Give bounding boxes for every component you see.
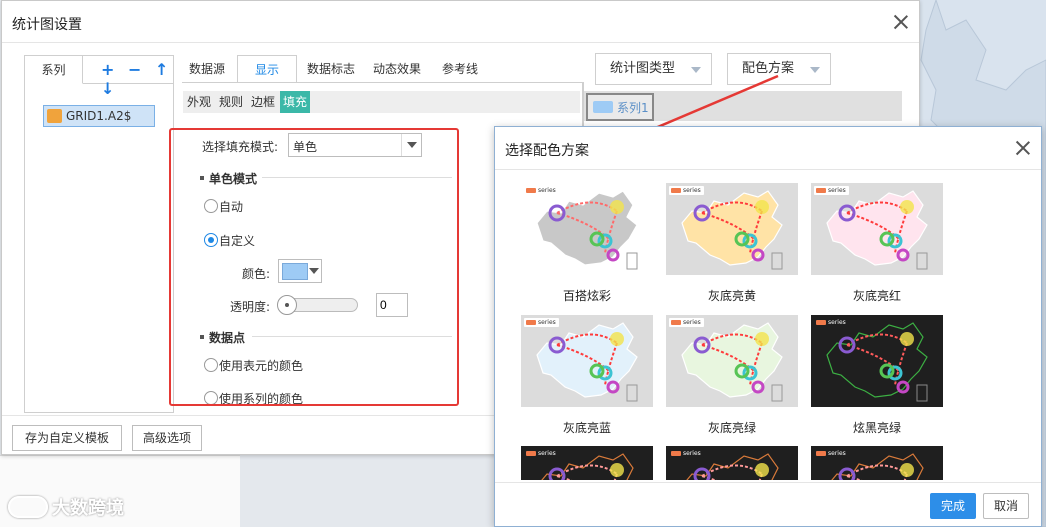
scheme-grid: series 百搭炫彩 series 灰底亮黄 series 灰底亮红 series 灰底亮蓝… [495,170,1041,480]
series-tag: series [524,318,559,327]
scheme-thumbnail[interactable]: series [521,315,653,407]
series-tag: series [669,449,704,458]
scheme-thumbnail[interactable]: series [666,446,798,480]
series-tag: series [814,318,849,327]
scheme-name: 灰底亮蓝 [562,421,611,435]
scheme-thumbnail[interactable]: series [811,315,943,407]
scheme-name: 灰底亮黄 [707,289,756,303]
scheme-name: 灰底亮绿 [707,421,756,435]
series-tag: series [814,186,849,195]
series-tag: series [669,186,704,195]
scheme-name: 百搭炫彩 [562,289,611,303]
scheme-thumbnail[interactable]: series [811,446,943,480]
scheme-thumbnail[interactable]: series [666,315,798,407]
series-tag: series [814,449,849,458]
scheme-thumbnail[interactable]: series [521,446,653,480]
series-tag: series [669,318,704,327]
scheme-name: 灰底亮红 [852,289,901,303]
ok-button[interactable]: 完成 [930,493,976,519]
scheme-thumbnail[interactable]: series [521,183,653,275]
close-icon[interactable] [1015,140,1031,156]
cancel-button[interactable]: 取消 [983,493,1029,519]
dialog-title: 选择配色方案 [505,143,589,159]
series-tag: series [524,449,559,458]
divider [495,482,1041,483]
scheme-name: 炫黑亮绿 [852,421,901,435]
scheme-thumbnail[interactable]: series [666,183,798,275]
series-tag: series [524,186,559,195]
color-scheme-dialog: 选择配色方案 series 百搭炫彩 series 灰底亮黄 series 灰底亮红 ser… [494,126,1042,527]
scheme-thumbnail[interactable]: series [811,183,943,275]
